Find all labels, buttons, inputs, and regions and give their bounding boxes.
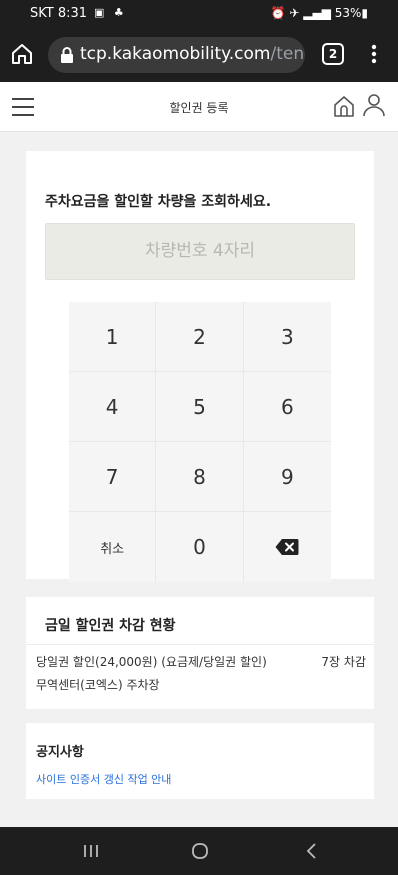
- notice-link[interactable]: 사이트 인증서 갱신 작업 안내: [36, 771, 171, 787]
- notice-heading: 공지사항: [36, 745, 84, 760]
- key-0[interactable]: 0: [156, 512, 244, 582]
- status-right: ⏰ ✈ ▂▄▆ 53%▮: [270, 6, 368, 20]
- more-vert-icon[interactable]: [362, 42, 386, 66]
- parking-location: 무역센터(코엑스) 주차장: [36, 678, 160, 692]
- discount-item-count: 7장 차감: [321, 655, 366, 669]
- user-icon[interactable]: [362, 92, 386, 118]
- back-icon[interactable]: [300, 840, 324, 862]
- key-5[interactable]: 5: [156, 372, 244, 442]
- home-icon[interactable]: [333, 94, 355, 118]
- cancel-key[interactable]: 취소: [69, 512, 157, 582]
- battery-level: 53%: [334, 6, 362, 20]
- key-7[interactable]: 7: [69, 442, 157, 512]
- system-nav-bar: [0, 827, 398, 875]
- discount-item-name: 당일권 할인(24,000원) (요금제/당일권 할인): [36, 655, 267, 669]
- home-button-icon[interactable]: [188, 840, 212, 862]
- number-keypad: 1 2 3 4 5 6 7 8 9 취소 0: [69, 302, 331, 582]
- address-bar[interactable]: tcp.kakaomobility.com/tenar: [48, 37, 305, 73]
- notification-icons: ▣ ♣: [94, 6, 127, 19]
- key-9[interactable]: 9: [243, 442, 331, 512]
- key-2[interactable]: 2: [156, 302, 244, 372]
- key-1[interactable]: 1: [69, 302, 157, 372]
- key-3[interactable]: 3: [243, 302, 331, 372]
- backspace-icon: [275, 539, 299, 555]
- backspace-key[interactable]: [244, 512, 331, 582]
- recent-apps-icon[interactable]: [79, 840, 103, 862]
- plate-number-input[interactable]: 차량번호 4자리: [45, 223, 355, 280]
- url-path: /tenar: [270, 44, 305, 64]
- app-header: 할인권 등록: [0, 82, 398, 132]
- key-6[interactable]: 6: [243, 372, 331, 442]
- url-host: tcp.kakaomobility.com: [80, 44, 271, 64]
- browser-toolbar: tcp.kakaomobility.com/tenar 2: [0, 28, 398, 82]
- home-icon[interactable]: [10, 42, 34, 66]
- url-text: tcp.kakaomobility.com/tenar: [80, 44, 305, 64]
- main-content: 주차요금을 할인할 차량을 조회하세요. 차량번호 4자리 1 2 3 4 5 …: [0, 133, 398, 827]
- notice-card: 공지사항 사이트 인증서 갱신 작업 안내: [26, 723, 374, 799]
- tab-switcher-button[interactable]: 2: [322, 43, 344, 65]
- carrier-time: SKT 8:31: [30, 6, 88, 21]
- key-4[interactable]: 4: [69, 372, 157, 442]
- discount-status-card: 금일 할인권 차감 현황 당일권 할인(24,000원) (요금제/당일권 할인…: [26, 597, 374, 709]
- status-bar: SKT 8:31 ▣ ♣ ⏰ ✈ ▂▄▆ 53%▮: [0, 0, 398, 28]
- lock-icon: [61, 47, 73, 63]
- key-8[interactable]: 8: [156, 442, 244, 512]
- vehicle-search-card: 주차요금을 할인할 차량을 조회하세요. 차량번호 4자리 1 2 3 4 5 …: [26, 151, 374, 582]
- search-heading: 주차요금을 할인할 차량을 조회하세요.: [45, 194, 272, 210]
- status-heading: 금일 할인권 차감 현황: [45, 618, 176, 634]
- divider: [26, 644, 374, 645]
